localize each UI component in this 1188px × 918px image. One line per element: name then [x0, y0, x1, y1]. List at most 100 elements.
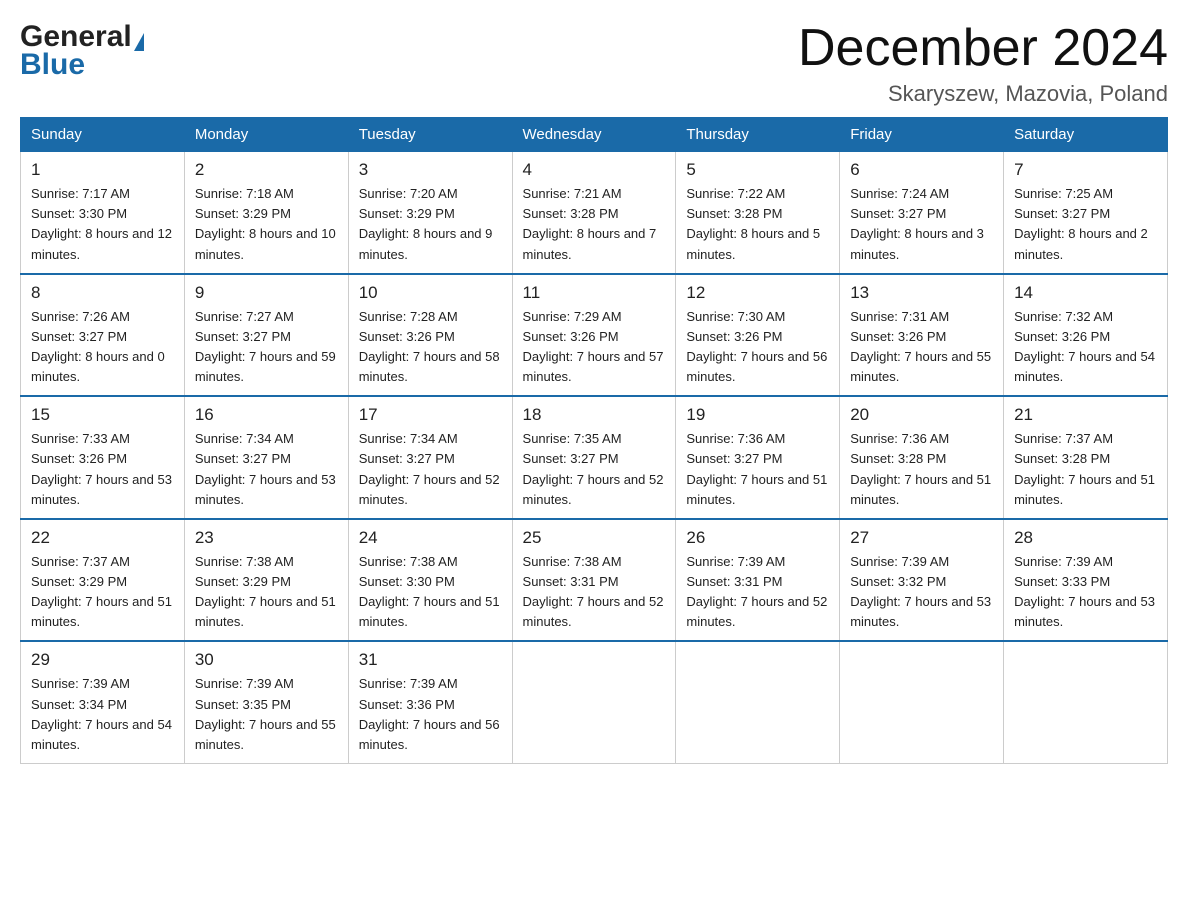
calendar-cell: 22 Sunrise: 7:37 AMSunset: 3:29 PMDaylig…	[21, 519, 185, 642]
calendar-cell: 16 Sunrise: 7:34 AMSunset: 3:27 PMDaylig…	[184, 396, 348, 519]
day-info: Sunrise: 7:28 AMSunset: 3:26 PMDaylight:…	[359, 309, 500, 384]
day-number: 10	[359, 283, 502, 303]
calendar-header-row: SundayMondayTuesdayWednesdayThursdayFrid…	[21, 118, 1168, 152]
logo: General Blue	[20, 20, 144, 82]
day-number: 22	[31, 528, 174, 548]
day-number: 23	[195, 528, 338, 548]
day-number: 7	[1014, 160, 1157, 180]
calendar-cell: 5 Sunrise: 7:22 AMSunset: 3:28 PMDayligh…	[676, 152, 840, 274]
day-number: 27	[850, 528, 993, 548]
day-info: Sunrise: 7:29 AMSunset: 3:26 PMDaylight:…	[523, 309, 664, 384]
day-number: 21	[1014, 405, 1157, 425]
day-info: Sunrise: 7:31 AMSunset: 3:26 PMDaylight:…	[850, 309, 991, 384]
calendar-cell: 8 Sunrise: 7:26 AMSunset: 3:27 PMDayligh…	[21, 274, 185, 397]
day-number: 24	[359, 528, 502, 548]
day-info: Sunrise: 7:36 AMSunset: 3:27 PMDaylight:…	[686, 431, 827, 506]
calendar-cell: 6 Sunrise: 7:24 AMSunset: 3:27 PMDayligh…	[840, 152, 1004, 274]
calendar-cell: 11 Sunrise: 7:29 AMSunset: 3:26 PMDaylig…	[512, 274, 676, 397]
title-block: December 2024 Skaryszew, Mazovia, Poland	[798, 20, 1168, 107]
page-header: General Blue December 2024 Skaryszew, Ma…	[20, 20, 1168, 107]
calendar-cell	[512, 641, 676, 763]
day-number: 31	[359, 650, 502, 670]
day-info: Sunrise: 7:34 AMSunset: 3:27 PMDaylight:…	[195, 431, 336, 506]
calendar-cell: 21 Sunrise: 7:37 AMSunset: 3:28 PMDaylig…	[1004, 396, 1168, 519]
col-header-saturday: Saturday	[1004, 118, 1168, 152]
day-info: Sunrise: 7:32 AMSunset: 3:26 PMDaylight:…	[1014, 309, 1155, 384]
day-number: 12	[686, 283, 829, 303]
day-number: 28	[1014, 528, 1157, 548]
calendar-cell: 7 Sunrise: 7:25 AMSunset: 3:27 PMDayligh…	[1004, 152, 1168, 274]
day-info: Sunrise: 7:35 AMSunset: 3:27 PMDaylight:…	[523, 431, 664, 506]
col-header-monday: Monday	[184, 118, 348, 152]
day-info: Sunrise: 7:37 AMSunset: 3:28 PMDaylight:…	[1014, 431, 1155, 506]
calendar-week-row: 1 Sunrise: 7:17 AMSunset: 3:30 PMDayligh…	[21, 152, 1168, 274]
day-info: Sunrise: 7:39 AMSunset: 3:31 PMDaylight:…	[686, 554, 827, 629]
day-info: Sunrise: 7:17 AMSunset: 3:30 PMDaylight:…	[31, 186, 172, 261]
calendar-cell: 30 Sunrise: 7:39 AMSunset: 3:35 PMDaylig…	[184, 641, 348, 763]
calendar-table: SundayMondayTuesdayWednesdayThursdayFrid…	[20, 117, 1168, 764]
location-subtitle: Skaryszew, Mazovia, Poland	[798, 81, 1168, 107]
calendar-cell	[840, 641, 1004, 763]
calendar-week-row: 15 Sunrise: 7:33 AMSunset: 3:26 PMDaylig…	[21, 396, 1168, 519]
day-info: Sunrise: 7:38 AMSunset: 3:29 PMDaylight:…	[195, 554, 336, 629]
calendar-cell: 26 Sunrise: 7:39 AMSunset: 3:31 PMDaylig…	[676, 519, 840, 642]
calendar-cell: 13 Sunrise: 7:31 AMSunset: 3:26 PMDaylig…	[840, 274, 1004, 397]
calendar-cell: 24 Sunrise: 7:38 AMSunset: 3:30 PMDaylig…	[348, 519, 512, 642]
day-number: 4	[523, 160, 666, 180]
calendar-cell: 17 Sunrise: 7:34 AMSunset: 3:27 PMDaylig…	[348, 396, 512, 519]
calendar-cell: 23 Sunrise: 7:38 AMSunset: 3:29 PMDaylig…	[184, 519, 348, 642]
day-info: Sunrise: 7:39 AMSunset: 3:33 PMDaylight:…	[1014, 554, 1155, 629]
day-info: Sunrise: 7:18 AMSunset: 3:29 PMDaylight:…	[195, 186, 336, 261]
day-info: Sunrise: 7:38 AMSunset: 3:31 PMDaylight:…	[523, 554, 664, 629]
day-info: Sunrise: 7:34 AMSunset: 3:27 PMDaylight:…	[359, 431, 500, 506]
day-number: 18	[523, 405, 666, 425]
calendar-cell: 20 Sunrise: 7:36 AMSunset: 3:28 PMDaylig…	[840, 396, 1004, 519]
calendar-cell: 14 Sunrise: 7:32 AMSunset: 3:26 PMDaylig…	[1004, 274, 1168, 397]
calendar-cell: 3 Sunrise: 7:20 AMSunset: 3:29 PMDayligh…	[348, 152, 512, 274]
calendar-cell: 31 Sunrise: 7:39 AMSunset: 3:36 PMDaylig…	[348, 641, 512, 763]
day-number: 13	[850, 283, 993, 303]
day-info: Sunrise: 7:24 AMSunset: 3:27 PMDaylight:…	[850, 186, 984, 261]
calendar-week-row: 22 Sunrise: 7:37 AMSunset: 3:29 PMDaylig…	[21, 519, 1168, 642]
day-number: 25	[523, 528, 666, 548]
day-number: 6	[850, 160, 993, 180]
calendar-cell: 19 Sunrise: 7:36 AMSunset: 3:27 PMDaylig…	[676, 396, 840, 519]
calendar-week-row: 29 Sunrise: 7:39 AMSunset: 3:34 PMDaylig…	[21, 641, 1168, 763]
day-number: 19	[686, 405, 829, 425]
day-number: 30	[195, 650, 338, 670]
calendar-cell: 1 Sunrise: 7:17 AMSunset: 3:30 PMDayligh…	[21, 152, 185, 274]
calendar-cell: 9 Sunrise: 7:27 AMSunset: 3:27 PMDayligh…	[184, 274, 348, 397]
calendar-cell: 2 Sunrise: 7:18 AMSunset: 3:29 PMDayligh…	[184, 152, 348, 274]
logo-triangle-icon	[134, 33, 144, 51]
calendar-cell	[676, 641, 840, 763]
day-number: 9	[195, 283, 338, 303]
calendar-cell: 25 Sunrise: 7:38 AMSunset: 3:31 PMDaylig…	[512, 519, 676, 642]
day-number: 15	[31, 405, 174, 425]
calendar-cell: 28 Sunrise: 7:39 AMSunset: 3:33 PMDaylig…	[1004, 519, 1168, 642]
day-info: Sunrise: 7:37 AMSunset: 3:29 PMDaylight:…	[31, 554, 172, 629]
day-info: Sunrise: 7:38 AMSunset: 3:30 PMDaylight:…	[359, 554, 500, 629]
calendar-cell: 18 Sunrise: 7:35 AMSunset: 3:27 PMDaylig…	[512, 396, 676, 519]
calendar-cell	[1004, 641, 1168, 763]
calendar-week-row: 8 Sunrise: 7:26 AMSunset: 3:27 PMDayligh…	[21, 274, 1168, 397]
day-number: 16	[195, 405, 338, 425]
month-title: December 2024	[798, 20, 1168, 77]
calendar-cell: 29 Sunrise: 7:39 AMSunset: 3:34 PMDaylig…	[21, 641, 185, 763]
calendar-cell: 12 Sunrise: 7:30 AMSunset: 3:26 PMDaylig…	[676, 274, 840, 397]
logo-blue-text: Blue	[20, 48, 85, 82]
day-number: 11	[523, 283, 666, 303]
day-info: Sunrise: 7:33 AMSunset: 3:26 PMDaylight:…	[31, 431, 172, 506]
calendar-cell: 10 Sunrise: 7:28 AMSunset: 3:26 PMDaylig…	[348, 274, 512, 397]
day-info: Sunrise: 7:25 AMSunset: 3:27 PMDaylight:…	[1014, 186, 1148, 261]
day-info: Sunrise: 7:39 AMSunset: 3:35 PMDaylight:…	[195, 676, 336, 751]
day-number: 29	[31, 650, 174, 670]
calendar-cell: 27 Sunrise: 7:39 AMSunset: 3:32 PMDaylig…	[840, 519, 1004, 642]
col-header-tuesday: Tuesday	[348, 118, 512, 152]
day-number: 3	[359, 160, 502, 180]
day-number: 8	[31, 283, 174, 303]
day-number: 5	[686, 160, 829, 180]
day-info: Sunrise: 7:39 AMSunset: 3:36 PMDaylight:…	[359, 676, 500, 751]
day-number: 1	[31, 160, 174, 180]
col-header-thursday: Thursday	[676, 118, 840, 152]
calendar-cell: 15 Sunrise: 7:33 AMSunset: 3:26 PMDaylig…	[21, 396, 185, 519]
